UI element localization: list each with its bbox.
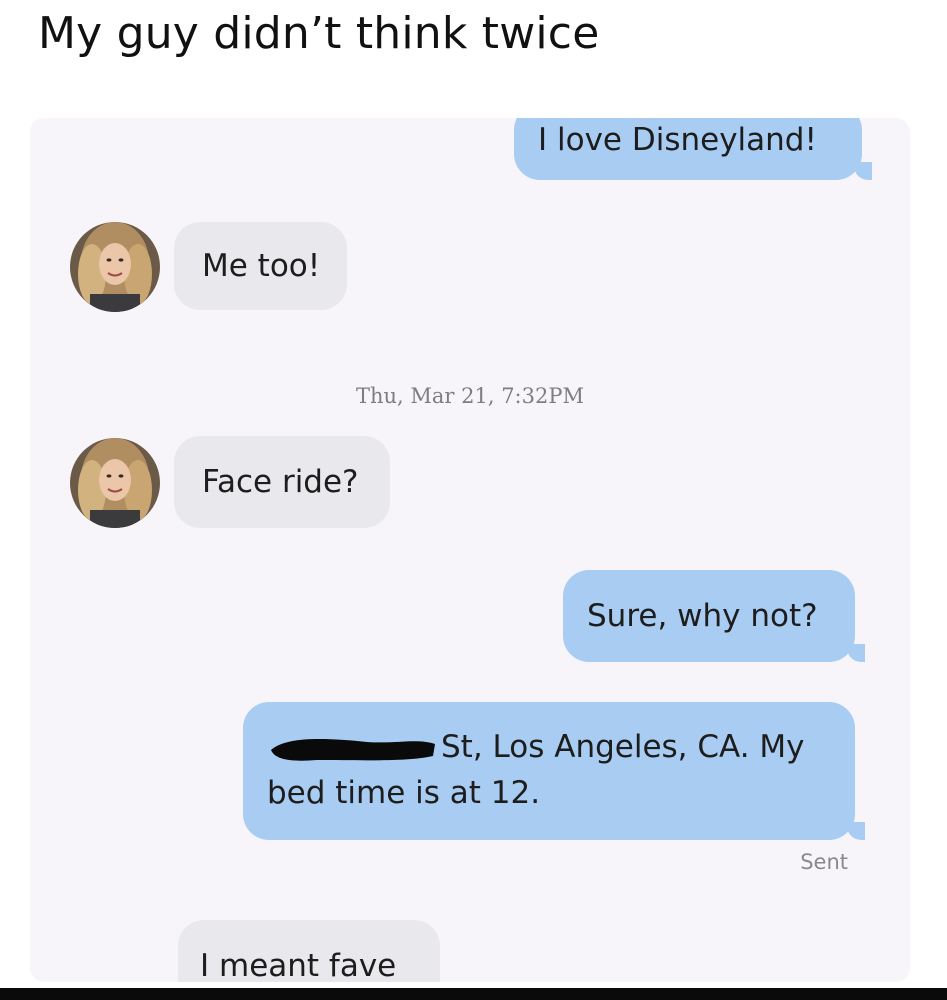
- bubble-tail: [847, 644, 865, 662]
- message-text: Sure, why not?: [587, 598, 818, 634]
- contact-avatar-icon[interactable]: [70, 438, 160, 528]
- message-text: bed time is at 12.: [267, 775, 541, 811]
- message-text: I meant fave: [200, 948, 397, 982]
- message-text: I love Disneyland!: [538, 122, 817, 158]
- bottom-edge-bar: [0, 988, 947, 1000]
- message-text: Face ride?: [202, 464, 359, 500]
- message-timestamp: Thu, Mar 21, 7:32PM: [355, 384, 584, 408]
- message-bubble-sent[interactable]: I love Disneyland!: [514, 118, 872, 180]
- message-line: St, Los Angeles, CA. My: [267, 724, 855, 770]
- delivery-status: Sent: [800, 850, 848, 874]
- message-bubble-sent[interactable]: Sure, why not?: [563, 570, 865, 662]
- bubble-tail: [854, 162, 872, 180]
- message-thread: I love Disneyland! Me too! Thu, Mar 21, …: [30, 118, 910, 982]
- message-bubble-received[interactable]: Face ride?: [174, 436, 390, 528]
- redaction-scribble: [271, 738, 435, 761]
- message-bubble-received[interactable]: Me too!: [174, 222, 347, 310]
- message-text: Me too!: [202, 248, 321, 284]
- contact-avatar-icon[interactable]: [70, 222, 160, 312]
- bubble-tail: [847, 822, 865, 840]
- message-line: bed time is at 12.: [267, 770, 855, 816]
- message-text: St, Los Angeles, CA. My: [441, 729, 805, 765]
- meme-caption: My guy didn’t think twice: [38, 8, 600, 59]
- message-bubble-sent[interactable]: St, Los Angeles, CA. My bed time is at 1…: [243, 702, 865, 840]
- message-bubble-received[interactable]: I meant fave: [178, 920, 440, 982]
